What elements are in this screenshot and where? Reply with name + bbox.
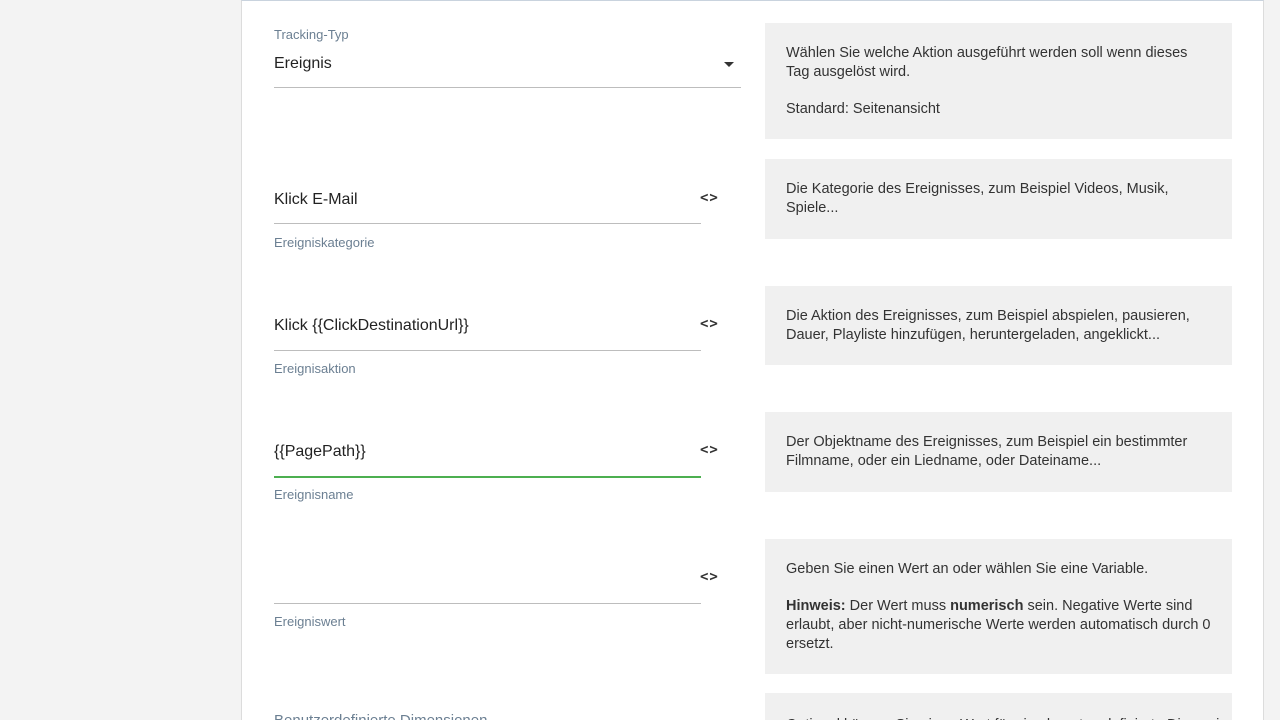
event-name-helper: Ereignisname [274, 487, 354, 502]
tracking-type-row: Tracking-Typ Ereignis Wählen Sie welche … [242, 1, 1263, 151]
event-name-help: Der Objektname des Ereignisses, zum Beis… [765, 412, 1232, 492]
event-action-help: Die Aktion des Ereignisses, zum Beispiel… [765, 286, 1232, 365]
event-name-input[interactable]: {{PagePath}} [274, 443, 366, 461]
event-name-underline-focused [274, 476, 701, 478]
event-value-underline [274, 603, 701, 604]
event-value-hint: Hinweis: Der Wert muss numerisch sein. N… [786, 597, 1211, 654]
caret-down-icon[interactable] [724, 62, 734, 67]
hint-text-a: Der Wert muss [845, 598, 951, 614]
event-action-input[interactable]: Klick {{ClickDestinationUrl}} [274, 317, 469, 335]
tracking-type-help-default: Standard: Seitenansicht [786, 101, 940, 117]
event-value-helper: Ereigniswert [274, 614, 346, 629]
hint-bold: numerisch [950, 598, 1024, 614]
event-value-input[interactable] [274, 569, 674, 589]
event-category-help: Die Kategorie des Ereignisses, zum Beisp… [765, 159, 1232, 239]
event-category-help-text: Die Kategorie des Ereignisses, zum Beisp… [786, 181, 1169, 216]
code-variable-icon[interactable]: <> [700, 316, 719, 332]
code-variable-icon[interactable]: <> [700, 569, 719, 585]
tracking-type-select[interactable]: Ereignis [274, 55, 332, 73]
tracking-type-underline [274, 87, 741, 88]
event-category-underline [274, 223, 701, 224]
event-name-help-text: Der Objektname des Ereignisses, zum Beis… [786, 434, 1188, 469]
event-category-input[interactable]: Klick E-Mail [274, 191, 358, 209]
tracking-type-help: Wählen Sie welche Aktion ausgeführt werd… [765, 23, 1232, 139]
event-value-help: Geben Sie einen Wert an oder wählen Sie … [765, 539, 1232, 674]
code-variable-icon[interactable]: <> [700, 190, 719, 206]
custom-dimensions-label: Benutzerdefinierte Dimensionen [274, 712, 487, 720]
event-action-help-text: Die Aktion des Ereignisses, zum Beispiel… [786, 308, 1190, 343]
code-variable-icon[interactable]: <> [700, 442, 719, 458]
tag-settings-panel: Tracking-Typ Ereignis Wählen Sie welche … [241, 0, 1264, 720]
tracking-type-label: Tracking-Typ [274, 27, 349, 42]
event-category-helper: Ereigniskategorie [274, 235, 375, 250]
tracking-type-help-text: Wählen Sie welche Aktion ausgeführt werd… [786, 45, 1188, 80]
hint-label: Hinweis: [786, 598, 846, 614]
event-action-underline [274, 350, 701, 351]
event-action-helper: Ereignisaktion [274, 361, 356, 376]
event-value-help-text: Geben Sie einen Wert an oder wählen Sie … [786, 561, 1149, 577]
custom-dimensions-help: Optional können Sie einen Wert für eine … [765, 693, 1232, 720]
